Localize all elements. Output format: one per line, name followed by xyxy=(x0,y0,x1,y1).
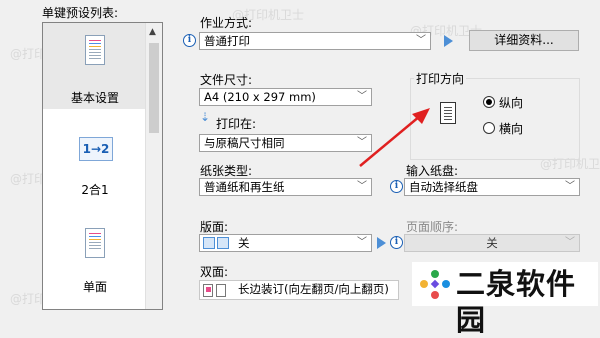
layout-pages-icon xyxy=(203,237,231,249)
portrait-radio[interactable] xyxy=(483,96,495,108)
chevron-down-icon: ﹀ xyxy=(565,237,575,248)
brand-logo: 二泉软件园 xyxy=(412,262,598,337)
portrait-label[interactable]: 纵向 xyxy=(499,94,523,111)
paper-size-label: 文件尺寸: xyxy=(200,73,253,87)
play-icon[interactable] xyxy=(377,237,386,249)
input-tray-select[interactable]: 自动选择纸盘 ﹀ xyxy=(404,178,580,196)
preset-item-basic[interactable]: 基本设置 xyxy=(43,23,147,109)
layout-value: 关 xyxy=(238,236,250,250)
chevron-down-icon: ﹀ xyxy=(416,35,426,46)
brand-logo-icon xyxy=(420,270,450,299)
duplex-value: 长边装订(向左翻页/向上翻页) xyxy=(238,282,389,296)
details-button[interactable]: 详细资料... xyxy=(469,30,579,51)
chevron-down-icon: ﹀ xyxy=(357,237,367,248)
job-mode-value: 普通打印 xyxy=(204,34,250,48)
input-tray-label: 输入纸盘: xyxy=(406,164,459,178)
layout-select[interactable]: 关 ﹀ xyxy=(199,234,372,252)
play-icon[interactable] xyxy=(444,35,453,47)
paper-size-value: A4 (210 x 297 mm) xyxy=(204,90,316,104)
print-on-select[interactable]: 与原稿尺寸相同 ﹀ xyxy=(199,134,372,152)
scroll-up-icon[interactable]: ▲ xyxy=(149,27,156,37)
preset-label: 单面 xyxy=(82,280,107,294)
preset-item-2in1[interactable]: 1→2 2合1 xyxy=(43,123,147,203)
paper-type-label: 纸张类型: xyxy=(200,164,253,178)
preset-item-single[interactable]: 单面 xyxy=(43,218,147,308)
page-order-select: 关 ﹀ xyxy=(404,234,580,252)
job-mode-label: 作业方式: xyxy=(200,16,253,30)
paper-type-select[interactable]: 普通纸和再生纸 ﹀ xyxy=(199,178,372,196)
page-order-value: 关 xyxy=(486,236,498,250)
paper-size-select[interactable]: A4 (210 x 297 mm) ﹀ xyxy=(199,88,372,106)
duplex-label: 双面: xyxy=(200,265,229,279)
landscape-label[interactable]: 横向 xyxy=(499,120,523,137)
landscape-radio[interactable] xyxy=(483,122,495,134)
chevron-down-icon: ﹀ xyxy=(565,181,575,192)
preset-label: 基本设置 xyxy=(70,91,119,105)
two-in-one-icon: 1→2 xyxy=(79,137,113,161)
job-mode-select[interactable]: 普通打印 ﹀ xyxy=(199,32,431,50)
duplex-select[interactable]: 长边装订(向左翻页/向上翻页) xyxy=(199,280,399,300)
print-on-label: 打印在: xyxy=(216,117,257,131)
brand-text: 二泉软件园 xyxy=(456,267,577,337)
orientation-label: 打印方向 xyxy=(414,70,467,87)
document-icon xyxy=(85,228,105,258)
input-tray-value: 自动选择纸盘 xyxy=(409,180,478,194)
presets-title: 单键预设列表: xyxy=(42,6,119,20)
down-arrow-icon: ⇣ xyxy=(200,110,211,124)
presets-scrollbar[interactable]: ▲ xyxy=(145,23,162,309)
info-icon[interactable]: i xyxy=(390,236,403,249)
paper-type-value: 普通纸和再生纸 xyxy=(204,180,285,194)
preset-label: 2合1 xyxy=(81,183,109,197)
presets-list[interactable]: 基本设置 1→2 2合1 单面 ▲ xyxy=(42,22,163,310)
document-icon xyxy=(85,35,105,65)
portrait-page-icon xyxy=(440,102,456,124)
layout-label: 版面: xyxy=(200,220,229,234)
chevron-down-icon: ﹀ xyxy=(357,181,367,192)
scroll-thumb[interactable] xyxy=(149,43,159,133)
print-on-value: 与原稿尺寸相同 xyxy=(204,136,285,150)
page-order-label: 页面顺序: xyxy=(406,220,459,234)
info-icon[interactable]: i xyxy=(183,34,196,47)
duplex-icon xyxy=(203,284,231,297)
info-icon[interactable]: i xyxy=(390,180,403,193)
